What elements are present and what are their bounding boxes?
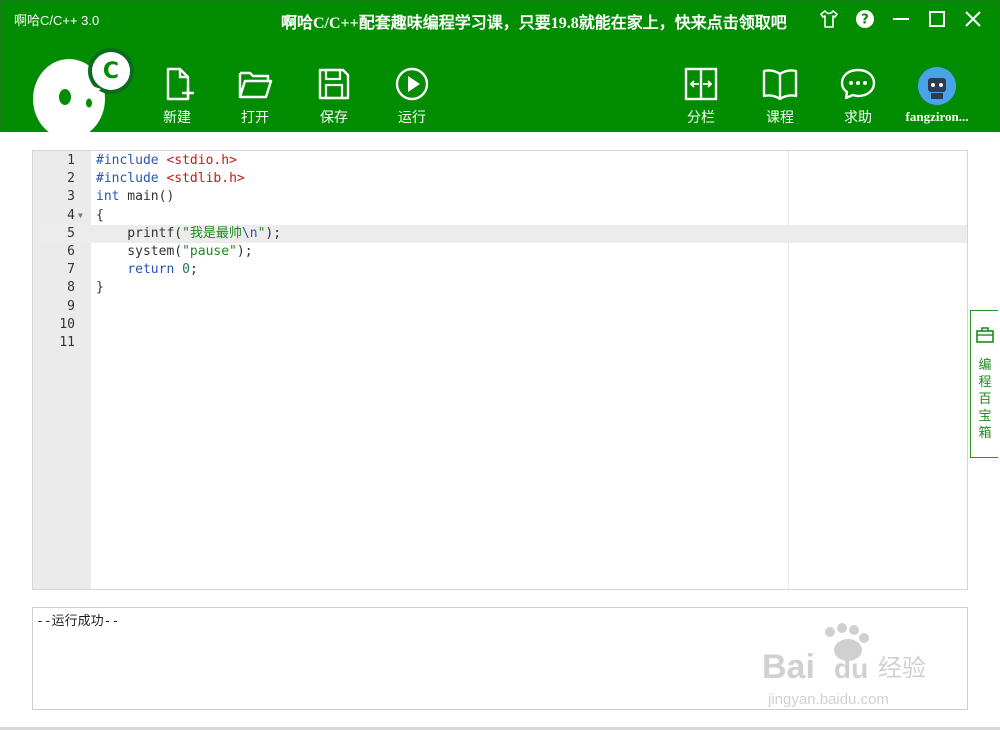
code-line[interactable]: 5 printf("我是最帅\n"); xyxy=(33,224,967,243)
play-icon xyxy=(395,67,429,101)
code-text: return 0; xyxy=(127,262,198,278)
logo-letter: C xyxy=(103,59,119,84)
toolbox-label-char: 编 xyxy=(978,358,992,373)
open-file-label: 打开 xyxy=(241,110,269,126)
maximize-icon[interactable] xyxy=(925,7,949,31)
code-text: printf("我是最帅\n"); xyxy=(96,225,282,241)
open-file-button[interactable]: 打开 xyxy=(225,65,285,127)
watermark-url: jingyan.baidu.com xyxy=(767,691,889,708)
code-line[interactable]: 9 xyxy=(33,298,967,316)
code-line[interactable]: 7 return 0; xyxy=(33,261,967,279)
promo-banner-link[interactable]: 啊哈C/C++配套趣味编程学习课，只要19.8就能在家上，快来点击领取吧 xyxy=(281,9,787,33)
watermark-brand-du: du xyxy=(834,653,868,684)
help-icon[interactable]: ? xyxy=(853,7,877,31)
watermark-product: 经验 xyxy=(878,654,926,682)
course-label: 课程 xyxy=(766,110,794,126)
line-number: 8 xyxy=(67,280,75,296)
code-editor[interactable]: 1 #include <stdio.h> 2 #include <stdlib.h> 3… xyxy=(32,150,968,590)
run-button[interactable]: 运行 xyxy=(382,65,442,127)
code-lines[interactable]: 1 #include <stdio.h> 2 #include <stdlib.h> 3… xyxy=(33,151,967,589)
line-number: 6 xyxy=(67,243,75,259)
help-request-button[interactable]: 求助 xyxy=(828,65,888,127)
app-title: 啊哈C/C++ 3.0 xyxy=(14,13,100,28)
fold-toggle-icon[interactable]: ▼ xyxy=(78,207,88,225)
toolbox-side-tab[interactable]: 编程百宝箱 xyxy=(970,310,998,458)
chat-bubble-icon xyxy=(840,68,876,100)
minimize-icon[interactable] xyxy=(889,7,913,31)
window-controls: ? xyxy=(817,7,985,31)
svg-text:?: ? xyxy=(861,13,869,28)
code-text: } xyxy=(96,280,104,296)
watermark-brand: Bai xyxy=(762,648,815,686)
close-icon[interactable] xyxy=(961,7,985,31)
line-number: 4 xyxy=(67,207,75,223)
toolbox-label-char: 百 xyxy=(978,392,992,407)
line-number: 7 xyxy=(67,262,75,278)
code-text: #include <stdio.h> xyxy=(96,153,237,168)
code-line[interactable]: 4 ▼ { xyxy=(33,207,967,225)
line-number: 10 xyxy=(59,316,75,332)
course-button[interactable]: 课程 xyxy=(750,65,810,127)
code-line[interactable]: 6 system("pause"); xyxy=(33,243,967,261)
skin-tshirt-icon[interactable] xyxy=(817,7,841,31)
split-view-button[interactable]: 分栏 xyxy=(671,65,731,127)
save-label: 保存 xyxy=(320,110,348,126)
username-label: fangziron... xyxy=(905,109,969,124)
header-bar: 啊哈C/C++ 3.0 啊哈C/C++配套趣味编程学习课，只要19.8就能在家上… xyxy=(0,0,1000,133)
code-line[interactable]: 10 xyxy=(33,316,967,334)
line-number: 5 xyxy=(67,225,75,241)
user-profile-button[interactable]: fangziron... xyxy=(899,67,975,125)
toolbox-briefcase-icon xyxy=(976,327,994,343)
folder-open-icon xyxy=(238,71,273,99)
code-line[interactable]: 2 #include <stdlib.h> xyxy=(33,170,967,188)
avatar xyxy=(918,67,956,105)
line-number: 11 xyxy=(59,334,75,350)
code-text: system("pause"); xyxy=(96,243,253,259)
split-view-label: 分栏 xyxy=(687,110,715,126)
toolbox-label: 编程百宝箱 xyxy=(971,357,999,442)
line-number: 3 xyxy=(67,189,75,205)
new-file-icon xyxy=(166,67,194,101)
mascot-logo: C xyxy=(29,47,139,133)
new-file-button[interactable]: 新建 xyxy=(147,65,207,127)
code-line[interactable]: 3 int main() xyxy=(33,188,967,206)
toolbox-label-char: 箱 xyxy=(978,426,992,441)
floppy-disk-icon xyxy=(318,68,350,100)
line-number: 9 xyxy=(67,298,75,314)
toolbox-label-char: 宝 xyxy=(978,409,992,424)
robot-avatar-icon xyxy=(918,67,956,105)
code-text: #include <stdlib.h> xyxy=(96,171,245,187)
baidu-jingyan-watermark: Bai du 经验 jingyan.baidu.com xyxy=(760,620,950,710)
line-number: 2 xyxy=(67,171,75,187)
new-file-label: 新建 xyxy=(163,110,191,126)
run-label: 运行 xyxy=(398,110,426,126)
code-line[interactable]: 1 #include <stdio.h> xyxy=(33,152,967,170)
book-icon xyxy=(762,69,798,101)
save-button[interactable]: 保存 xyxy=(304,65,364,127)
split-columns-icon xyxy=(684,67,718,101)
toolbox-label-char: 程 xyxy=(978,375,992,390)
code-line[interactable]: 8} xyxy=(33,279,967,297)
help-request-label: 求助 xyxy=(844,110,872,126)
line-number: 1 xyxy=(67,153,75,168)
code-text: int main() xyxy=(96,189,175,205)
code-line[interactable]: 11 xyxy=(33,334,967,352)
code-text: { xyxy=(96,207,104,223)
